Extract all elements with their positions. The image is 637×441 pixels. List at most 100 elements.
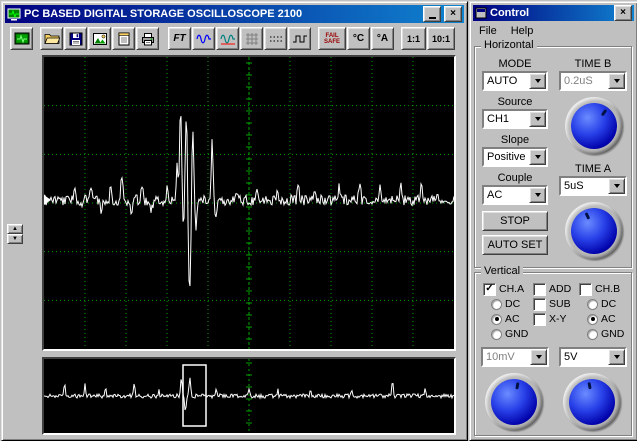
chb-ac-radio[interactable]: AC xyxy=(587,313,616,325)
chb-checkbox[interactable]: CH.B xyxy=(579,283,620,295)
dropdown-arrow-icon[interactable] xyxy=(608,349,625,365)
sub-checkbox[interactable]: SUB xyxy=(533,298,571,310)
couple-label: Couple xyxy=(475,172,555,184)
down-arrow-icon xyxy=(536,355,542,359)
vertical-group: Vertical ✓ CH.A ADD CH.B DC SUB DC AC xyxy=(474,272,632,436)
failsafe-label-line2: SAFE xyxy=(324,39,340,45)
control-close-button[interactable]: × xyxy=(614,5,632,21)
dropdown-arrow-icon[interactable] xyxy=(608,73,625,89)
cha-checkbox[interactable]: ✓ CH.A xyxy=(483,283,524,295)
radio-selected-icon xyxy=(587,314,598,325)
checkbox-icon xyxy=(533,283,546,296)
chb-gnd-radio[interactable]: GND xyxy=(587,328,624,340)
dropdown-arrow-icon[interactable] xyxy=(529,73,546,89)
dotted-lines-button[interactable] xyxy=(264,27,287,50)
probe-1to1-button[interactable]: 1:1 xyxy=(401,27,426,50)
position-up-button[interactable]: ▲ xyxy=(7,224,23,234)
grid-toggle-button[interactable] xyxy=(240,27,263,50)
image-icon xyxy=(92,31,108,47)
menu-help[interactable]: Help xyxy=(511,25,534,37)
dropdown-arrow-icon[interactable] xyxy=(529,111,546,127)
cha-dc-radio[interactable]: DC xyxy=(491,298,520,310)
main-titlebar[interactable]: PC BASED DIGITAL STORAGE OSCILLOSCOPE 21… xyxy=(5,5,464,23)
overview-display xyxy=(42,357,456,435)
save-button[interactable] xyxy=(64,27,87,50)
down-arrow-icon xyxy=(535,155,541,159)
chb-ac-label: AC xyxy=(601,313,616,325)
xy-checkbox[interactable]: X-Y xyxy=(533,313,567,325)
cha-dc-label: DC xyxy=(505,298,520,310)
cha-gnd-radio[interactable]: GND xyxy=(491,328,528,340)
knob-cap xyxy=(491,379,537,425)
cha-ac-radio[interactable]: AC xyxy=(491,313,520,325)
time-b-select[interactable]: 0.2uS xyxy=(559,71,627,91)
export-image-button[interactable] xyxy=(88,27,111,50)
zoom-selection-rect[interactable] xyxy=(183,365,206,426)
time-a-select[interactable]: 5uS xyxy=(559,176,627,196)
failsafe-button[interactable]: FAIL SAFE xyxy=(318,27,346,50)
notes-button[interactable] xyxy=(112,27,135,50)
close-button[interactable]: × xyxy=(444,6,462,22)
slope-select[interactable]: Positive xyxy=(482,147,548,167)
trigger-level-marker[interactable] xyxy=(44,195,51,205)
chb-dc-radio[interactable]: DC xyxy=(587,298,616,310)
check-mark-icon: ✓ xyxy=(485,284,493,294)
volts-b-select[interactable]: 5V xyxy=(559,347,627,367)
autoset-button[interactable]: AUTO SET xyxy=(482,235,548,255)
add-checkbox[interactable]: ADD xyxy=(533,283,571,295)
down-arrow-icon: ▼ xyxy=(12,236,18,242)
stop-button-label: STOP xyxy=(500,215,530,227)
overview-graticule xyxy=(44,359,454,433)
open-button[interactable] xyxy=(40,27,63,50)
degrees-c-button[interactable]: °C xyxy=(347,27,370,50)
knob-pointer xyxy=(600,108,607,116)
radio-icon xyxy=(587,299,598,310)
volts-a-value: 10mV xyxy=(483,349,530,365)
fft-button[interactable]: FT xyxy=(168,27,191,50)
dotted-lines-icon xyxy=(268,31,284,47)
cha-gnd-label: GND xyxy=(505,328,528,340)
source-select[interactable]: CH1 xyxy=(482,109,548,129)
volts-a-select[interactable]: 10mV xyxy=(481,347,549,367)
volts-b-knob[interactable] xyxy=(563,373,621,431)
dropdown-arrow-icon[interactable] xyxy=(529,187,546,203)
waveform-ch2-button[interactable] xyxy=(216,27,239,50)
knob-pointer-wrap xyxy=(565,375,619,429)
control-panel-window: Control × File Help Horizontal MODE AUTO… xyxy=(469,1,637,441)
checkbox-icon xyxy=(533,313,546,326)
knob-cap xyxy=(569,379,615,425)
volts-a-knob[interactable] xyxy=(485,373,543,431)
couple-select[interactable]: AC xyxy=(482,185,548,205)
radio-icon xyxy=(587,329,598,340)
menu-file[interactable]: File xyxy=(479,25,497,37)
print-button[interactable] xyxy=(136,27,159,50)
acquire-button[interactable] xyxy=(10,27,33,50)
sine-wave-teal-icon xyxy=(220,31,236,47)
knob-pointer xyxy=(584,212,590,220)
app-icon xyxy=(7,7,21,21)
time-a-knob[interactable] xyxy=(565,202,623,260)
stop-button[interactable]: STOP xyxy=(482,211,548,231)
probe-10to1-button[interactable]: 10:1 xyxy=(427,27,455,50)
dropdown-arrow-icon[interactable] xyxy=(530,349,547,365)
probe-10to1-label: 10:1 xyxy=(432,34,450,44)
close-icon: × xyxy=(450,9,456,19)
radio-dot-icon xyxy=(591,317,595,321)
waveform-ch1-button[interactable] xyxy=(192,27,215,50)
degrees-a-button[interactable]: °A xyxy=(371,27,394,50)
knob-pointer xyxy=(515,382,519,390)
failsafe-label-line1: FAIL xyxy=(324,33,340,39)
mode-label: MODE xyxy=(475,58,555,70)
mode-select[interactable]: AUTO xyxy=(482,71,548,91)
minimize-button[interactable] xyxy=(423,6,441,22)
down-arrow-icon xyxy=(535,79,541,83)
control-titlebar[interactable]: Control × xyxy=(473,5,634,21)
dropdown-arrow-icon[interactable] xyxy=(529,149,546,165)
scope-graticule xyxy=(44,57,454,349)
square-wave-button[interactable] xyxy=(288,27,311,50)
down-arrow-icon xyxy=(614,355,620,359)
position-down-button[interactable]: ▼ xyxy=(7,234,23,244)
time-b-knob[interactable] xyxy=(565,97,623,155)
autoset-button-label: AUTO SET xyxy=(488,239,543,251)
dropdown-arrow-icon[interactable] xyxy=(608,178,625,194)
